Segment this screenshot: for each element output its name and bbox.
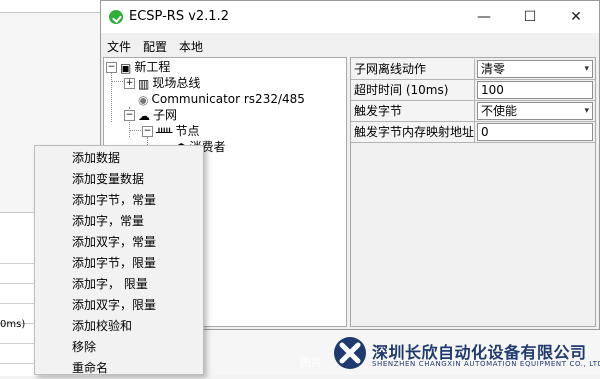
project-icon: ▣ bbox=[120, 60, 132, 75]
tree-node-label: 子网 bbox=[153, 108, 178, 122]
tree-connector bbox=[111, 81, 123, 82]
network-node-icon: ᚊ bbox=[156, 124, 173, 139]
menu-item-add-data[interactable]: 添加数据 bbox=[72, 148, 120, 169]
collapse-toggle-icon[interactable]: − bbox=[124, 110, 135, 121]
tree-node-root[interactable]: − ▣ 新工程 bbox=[106, 59, 170, 75]
collapse-toggle-icon[interactable]: − bbox=[142, 126, 153, 137]
offline-action-select[interactable]: 清零 ▾ bbox=[477, 60, 593, 78]
tree-node-label: 现场总线 bbox=[152, 76, 201, 90]
background-row-divider bbox=[0, 343, 34, 344]
menu-bar: 文件 配置 本地 bbox=[101, 35, 599, 55]
property-label: 触发字节 bbox=[351, 101, 475, 121]
window-title: ECSP-RS v2.1.2 bbox=[129, 9, 229, 24]
company-name-english: SHENZHEN CHANGXIN AUTOMATION EQUIPMENT C… bbox=[372, 360, 600, 368]
timeout-input[interactable]: 100 bbox=[477, 81, 593, 99]
property-value: 不使能 bbox=[481, 104, 518, 118]
tree-node-label: 新工程 bbox=[134, 60, 171, 74]
menu-item-add-word-limit[interactable]: 添加字， 限量 bbox=[72, 274, 148, 295]
menu-item-add-variable-data[interactable]: 添加变量数据 bbox=[72, 169, 144, 190]
context-menu: 添加数据 添加变量数据 添加字节，常量 添加字，常量 添加双字，常量 添加字节，… bbox=[34, 145, 204, 375]
fieldbus-icon: ▥ bbox=[138, 76, 150, 91]
menu-item-add-word-constant[interactable]: 添加字，常量 bbox=[72, 211, 144, 232]
cloud-icon: ☁ bbox=[138, 108, 150, 123]
property-row: 子网离线动作 清零 ▾ bbox=[351, 59, 595, 80]
close-button[interactable]: ✕ bbox=[553, 1, 599, 33]
property-label: 触发字节内存映射地址 bbox=[351, 122, 475, 142]
background-row-divider bbox=[0, 283, 34, 284]
property-value: 清零 bbox=[481, 62, 506, 76]
tree-connector bbox=[111, 72, 112, 122]
company-logo-icon bbox=[333, 336, 367, 370]
background-partial-label: 0ms) bbox=[0, 319, 26, 330]
property-row: 触发字节内存映射地址 0 bbox=[351, 122, 595, 143]
chevron-down-icon[interactable]: ▾ bbox=[584, 103, 589, 119]
tree-node-label: 节点 bbox=[175, 124, 200, 138]
background-row-divider bbox=[0, 363, 34, 364]
tree-node-communicator[interactable]: ◉ Communicator rs232/485 bbox=[138, 91, 305, 107]
menu-config[interactable]: 配置 bbox=[143, 38, 167, 55]
expand-toggle-icon[interactable]: + bbox=[124, 78, 135, 89]
tree-node-fieldbus[interactable]: + ▥ 现场总线 bbox=[124, 75, 200, 91]
tree-connector bbox=[129, 130, 141, 131]
property-label: 子网离线动作 bbox=[351, 59, 475, 79]
menu-item-add-byte-limit[interactable]: 添加字节，限量 bbox=[72, 253, 156, 274]
app-logo-icon bbox=[109, 10, 123, 24]
communicator-icon: ◉ bbox=[138, 92, 149, 107]
minimize-button[interactable]: — bbox=[461, 1, 507, 33]
chevron-down-icon[interactable]: ▾ bbox=[584, 61, 589, 77]
tree-node-node[interactable]: − ᚊ 节点 bbox=[142, 123, 199, 139]
property-row: 触发字节 不使能 ▾ bbox=[351, 101, 595, 122]
tree-node-subnet[interactable]: − ☁ 子网 bbox=[124, 107, 177, 123]
menu-item-remove[interactable]: 移除 bbox=[72, 337, 96, 358]
title-bar: ECSP-RS v2.1.2 — ☐ ✕ bbox=[101, 1, 599, 33]
menu-item-add-checksum[interactable]: 添加校验和 bbox=[72, 316, 132, 337]
menu-item-add-byte-constant[interactable]: 添加字节，常量 bbox=[72, 190, 156, 211]
tree-node-label: Communicator rs232/485 bbox=[151, 92, 305, 106]
menu-local[interactable]: 本地 bbox=[179, 38, 203, 55]
menu-item-add-dword-limit[interactable]: 添加双字，限量 bbox=[72, 295, 156, 316]
background-row-divider bbox=[0, 263, 34, 264]
menu-file[interactable]: 文件 bbox=[107, 38, 131, 55]
property-label: 超时时间 (10ms) bbox=[351, 80, 475, 100]
property-value: 0 bbox=[481, 125, 489, 139]
property-grid: 子网离线动作 清零 ▾ 超时时间 (10ms) 100 触发字节 不使能 ▾ 触… bbox=[350, 57, 596, 327]
menu-item-rename[interactable]: 重命名 bbox=[72, 358, 108, 379]
collapse-toggle-icon[interactable]: − bbox=[106, 62, 117, 73]
watermark-prefix: 图片 bbox=[300, 356, 322, 369]
trigger-byte-select[interactable]: 不使能 ▾ bbox=[477, 102, 593, 120]
trigger-byte-address-input[interactable]: 0 bbox=[477, 123, 593, 141]
property-row: 超时时间 (10ms) 100 bbox=[351, 80, 595, 101]
background-row-divider bbox=[0, 303, 34, 304]
background-toolbar bbox=[0, 0, 100, 13]
maximize-button[interactable]: ☐ bbox=[507, 1, 553, 33]
property-value: 100 bbox=[481, 83, 504, 97]
menu-item-add-dword-constant[interactable]: 添加双字，常量 bbox=[72, 232, 156, 253]
